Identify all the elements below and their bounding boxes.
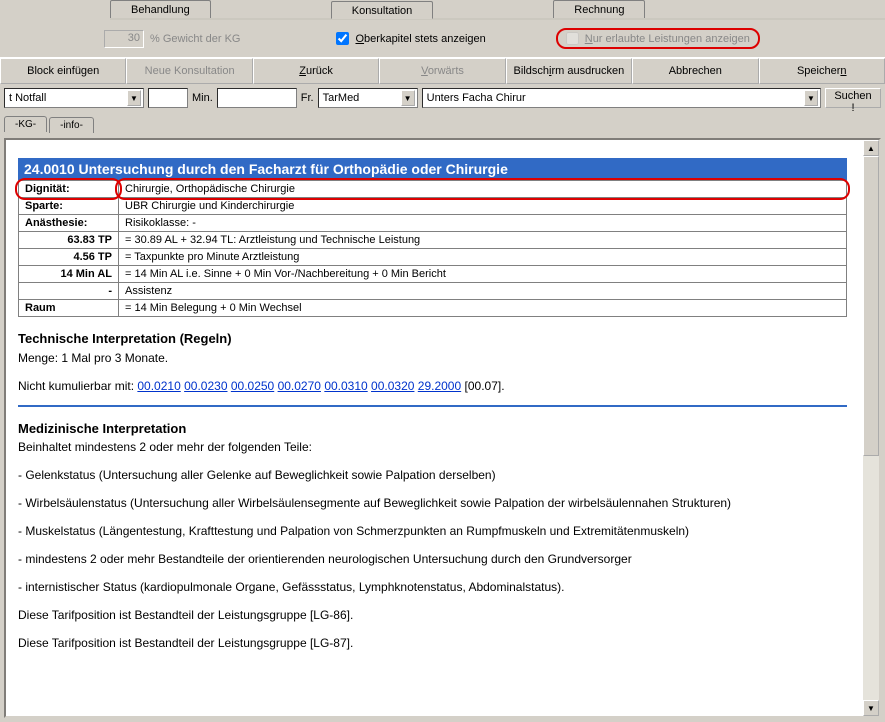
fr-input[interactable] [217, 88, 297, 108]
assistenz-label: - [19, 283, 119, 300]
tp1-value: = 30.89 AL + 32.94 TL: Arztleistung und … [119, 232, 847, 249]
search-combo[interactable]: Unters Facha Chirur▼ [422, 88, 821, 108]
link-00-0270[interactable]: 00.0270 [278, 379, 321, 393]
min-input[interactable] [148, 88, 188, 108]
med-intro: Beinhaltet mindestens 2 oder mehr der fo… [18, 438, 847, 456]
raum-value: = 14 Min Belegung + 0 Min Wechsel [119, 300, 847, 317]
med-lg1: Diese Tarifposition ist Bestandteil der … [18, 606, 847, 624]
gewicht-label: % Gewicht der KG [150, 33, 240, 45]
abbrechen-button[interactable]: Abbrechen [632, 58, 758, 84]
tp1-label: 63.83 TP [19, 232, 119, 249]
al-label: 14 Min AL [19, 266, 119, 283]
dignitaet-label: Dignität: [19, 181, 119, 198]
bildschirm-ausdrucken-button[interactable]: Bildschirm ausdrucken [506, 58, 632, 84]
suchen-button[interactable]: Suchen ! [825, 88, 881, 108]
link-00-0250[interactable]: 00.0250 [231, 379, 274, 393]
med-li2: - Wirbelsäulenstatus (Untersuchung aller… [18, 494, 847, 512]
scrollbar[interactable]: ▲ ▼ [863, 140, 879, 716]
raum-label: Raum [19, 300, 119, 317]
sparte-label: Sparte: [19, 198, 119, 215]
info-table: Dignität: Chirurgie, Orthopädische Chiru… [18, 180, 847, 317]
scroll-up-icon[interactable]: ▲ [863, 140, 879, 156]
al-value: = 14 Min AL i.e. Sinne + 0 Min Vor-/Nach… [119, 266, 847, 283]
nur-erlaubte-highlight: Nur erlaubte Leistungen anzeigen [556, 28, 760, 49]
chevron-down-icon: ▼ [401, 90, 415, 106]
menge-text: Menge: 1 Mal pro 3 Monate. [18, 349, 847, 367]
link-00-0210[interactable]: 00.0210 [137, 379, 180, 393]
anaesthesie-label: Anästhesie: [19, 215, 119, 232]
sparte-value: UBR Chirurgie und Kinderchirurgie [119, 198, 847, 215]
subtab-info[interactable]: -info- [49, 117, 94, 133]
tab-rechnung[interactable]: Rechnung [553, 0, 645, 18]
med-li3: - Muskelstatus (Längentestung, Krafttest… [18, 522, 847, 540]
anaesthesie-value: Risikoklasse: - [119, 215, 847, 232]
content-panel: 24.0010 Untersuchung durch den Facharzt … [4, 138, 881, 718]
med-li5: - internistischer Status (kardiopulmonal… [18, 578, 847, 596]
tech-interpretation-heading: Technische Interpretation (Regeln) [18, 329, 847, 349]
link-00-0230[interactable]: 00.0230 [184, 379, 227, 393]
vorwaerts-button[interactable]: Vorwärts [379, 58, 505, 84]
med-li4: - mindestens 2 oder mehr Bestandteile de… [18, 550, 847, 568]
kumul-text: Nicht kumulierbar mit: 00.0210 00.0230 0… [18, 377, 847, 395]
med-lg2: Diese Tarifposition ist Bestandteil der … [18, 634, 847, 652]
scroll-thumb[interactable] [863, 156, 879, 456]
scroll-down-icon[interactable]: ▼ [863, 700, 879, 716]
tab-konsultation[interactable]: Konsultation [331, 1, 434, 19]
assistenz-value: Assistenz [119, 283, 847, 300]
zurueck-button[interactable]: Zurück [253, 58, 379, 84]
tab-behandlung[interactable]: Behandlung [110, 0, 211, 18]
block-einfuegen-button[interactable]: Block einfügen [0, 58, 126, 84]
med-interpretation-heading: Medizinische Interpretation [18, 419, 847, 439]
notfall-dropdown[interactable]: t Notfall▼ [4, 88, 144, 108]
tp2-value: = Taxpunkte pro Minute Arztleistung [119, 249, 847, 266]
min-label: Min. [192, 92, 213, 104]
gewicht-input[interactable]: 30 [104, 30, 144, 48]
link-29-2000[interactable]: 29.2000 [418, 379, 461, 393]
neue-konsultation-button[interactable]: Neue Konsultation [126, 58, 252, 84]
subtab-kg[interactable]: -KG- [4, 116, 47, 132]
service-title: 24.0010 Untersuchung durch den Facharzt … [18, 158, 847, 180]
med-li1: - Gelenkstatus (Untersuchung aller Gelen… [18, 466, 847, 484]
nur-erlaubte-checkbox[interactable]: Nur erlaubte Leistungen anzeigen [566, 32, 750, 45]
fr-label: Fr. [301, 92, 314, 104]
tarmed-dropdown[interactable]: TarMed▼ [318, 88, 418, 108]
chevron-down-icon: ▼ [127, 90, 141, 106]
divider [18, 405, 847, 407]
link-00-0310[interactable]: 00.0310 [324, 379, 367, 393]
dignitaet-value: Chirurgie, Orthopädische Chirurgie [119, 181, 847, 198]
link-00-0320[interactable]: 00.0320 [371, 379, 414, 393]
tp2-label: 4.56 TP [19, 249, 119, 266]
oberkapitel-checkbox[interactable]: Oberkapitel stets anzeigen [336, 32, 485, 45]
speichern-button[interactable]: Speichern [759, 58, 885, 84]
chevron-down-icon: ▼ [804, 90, 818, 106]
